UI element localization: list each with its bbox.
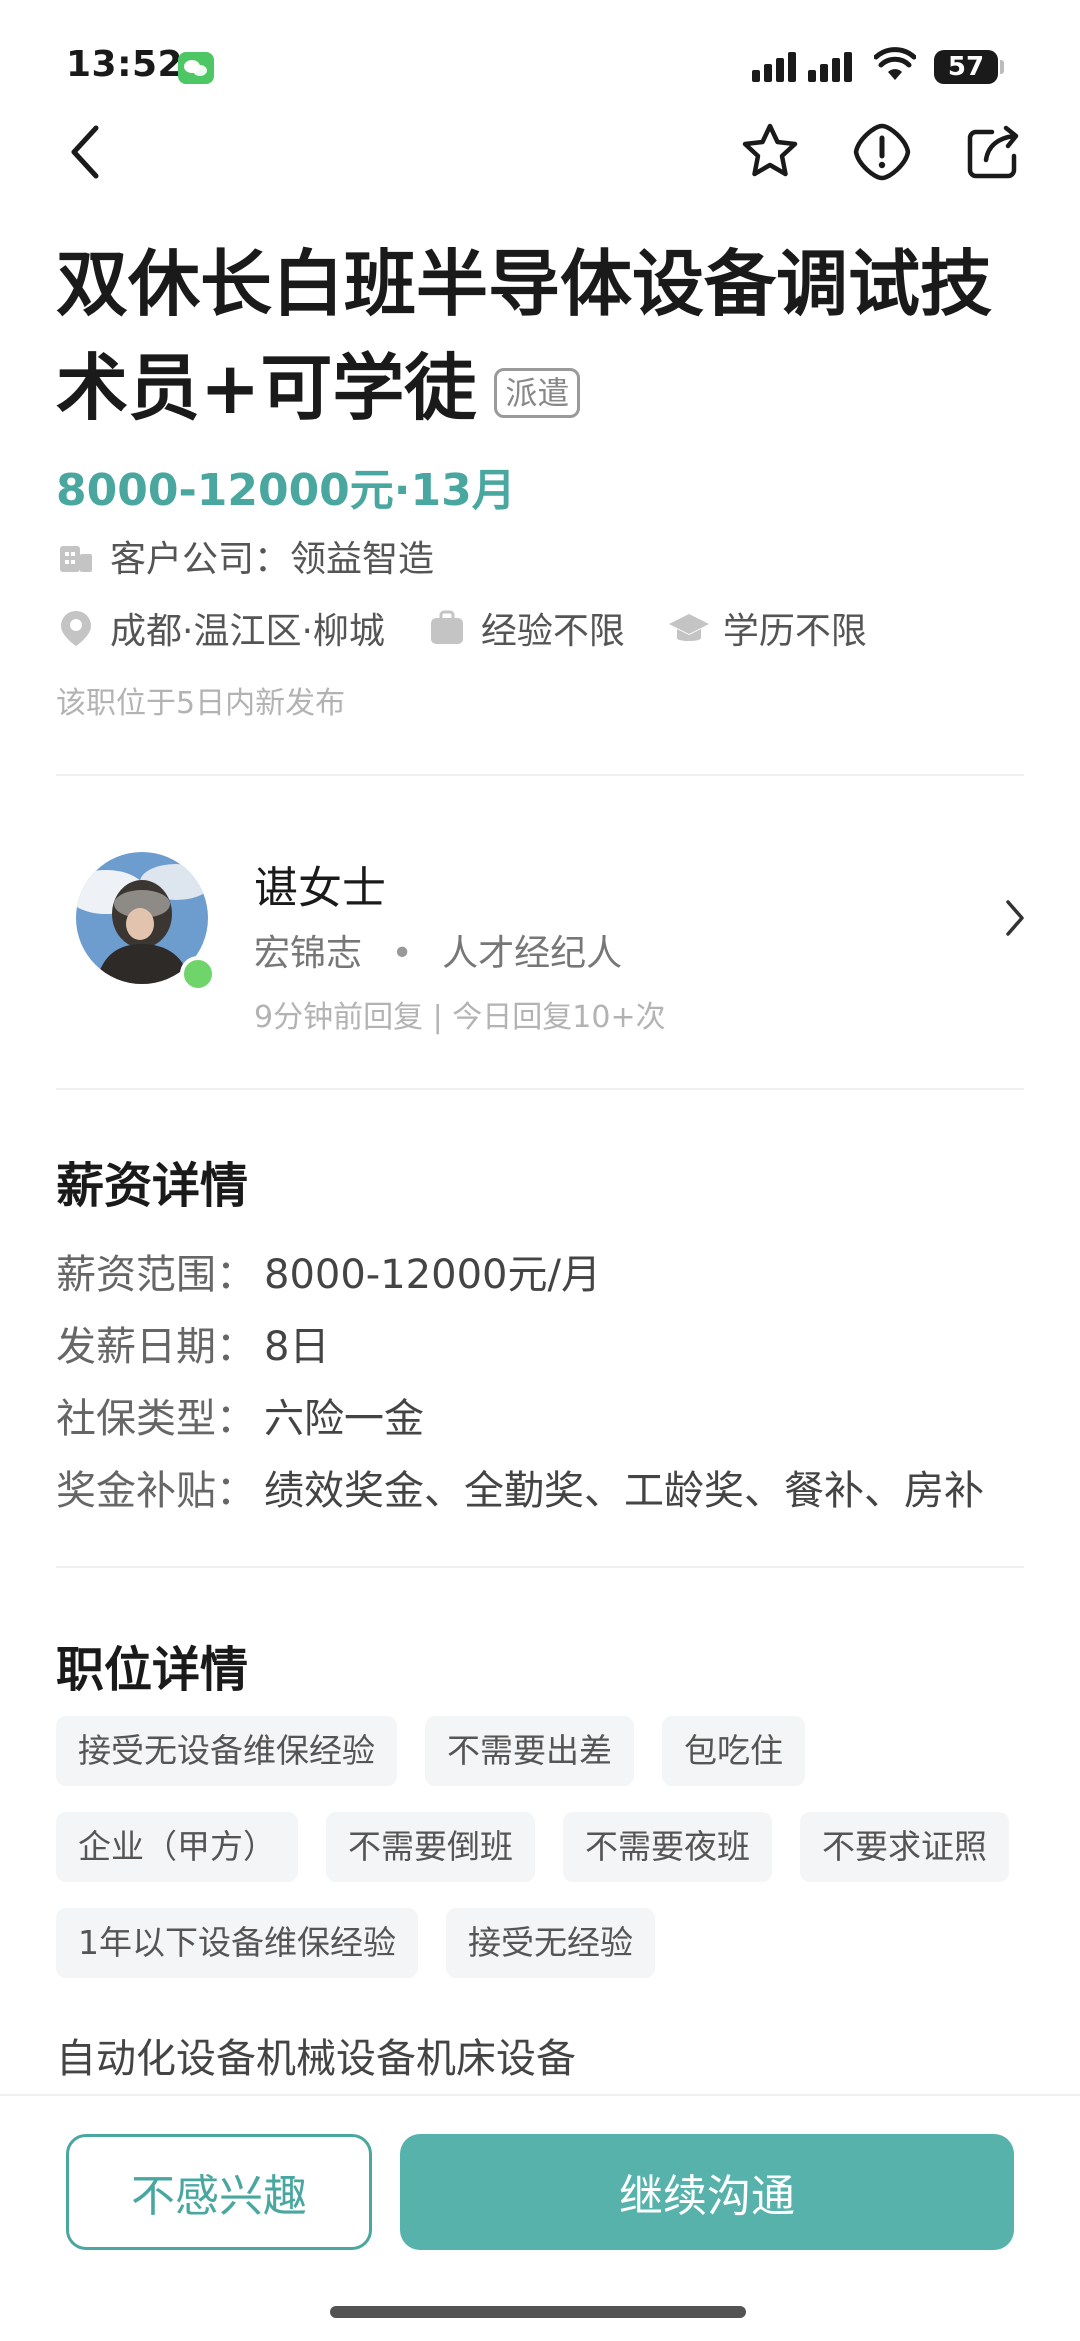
chevron-right-icon[interactable] xyxy=(1002,898,1030,938)
insurance-label: 社保类型： xyxy=(56,1396,256,1442)
location-text: 成都·温江区·柳城 xyxy=(110,611,385,652)
recruiter-company: 宏锦志 xyxy=(254,933,363,974)
battery-indicator: 57 xyxy=(934,50,998,84)
home-indicator[interactable] xyxy=(330,2306,746,2318)
warning-icon[interactable] xyxy=(850,120,914,184)
posted-notice: 该职位于5日内新发布 xyxy=(56,686,346,721)
signal-icon xyxy=(752,52,852,82)
continue-chat-button[interactable]: 继续沟通 xyxy=(400,2134,1014,2250)
job-detail-title: 职位详情 xyxy=(56,1642,249,1698)
job-tag: 不需要出差 xyxy=(425,1716,634,1786)
bonus-label: 奖金补贴： xyxy=(56,1468,256,1514)
battery-tip xyxy=(1000,60,1004,74)
payday-value: 8日 xyxy=(264,1324,330,1370)
separator-dot: • xyxy=(391,933,413,974)
job-tag: 包吃住 xyxy=(662,1716,805,1786)
recruiter-reply-stats: 9分钟前回复 | 今日回复10+次 xyxy=(254,1000,666,1035)
status-time: 13:52 xyxy=(66,44,184,85)
back-icon[interactable] xyxy=(56,120,120,184)
salary-detail-title: 薪资详情 xyxy=(56,1158,249,1214)
wifi-icon xyxy=(874,47,916,80)
salary-range-value: 8000-12000元/月 xyxy=(264,1252,601,1298)
online-status-dot xyxy=(180,956,216,992)
payday-row: 发薪日期： 8日 xyxy=(56,1314,329,1372)
job-tag: 1年以下设备维保经验 xyxy=(56,1908,418,1978)
dispatch-tag: 派遣 xyxy=(494,368,581,419)
requirements-row: 成都·温江区·柳城 经验不限 学历不限 xyxy=(56,602,867,654)
share-icon[interactable] xyxy=(962,120,1026,184)
not-interested-button[interactable]: 不感兴趣 xyxy=(66,2134,372,2250)
job-tag: 企业（甲方） xyxy=(56,1812,298,1882)
bonus-value: 绩效奖金、全勤奖、工龄奖、餐补、房补 xyxy=(264,1468,984,1514)
salary-range-label: 薪资范围： xyxy=(56,1252,256,1298)
building-icon xyxy=(60,546,92,572)
industry-text: 自动化设备机械设备机床设备 xyxy=(56,2036,576,2082)
recruiter-name[interactable]: 谌女士 xyxy=(254,852,386,916)
bonus-row: 奖金补贴： 绩效奖金、全勤奖、工龄奖、餐补、房补 xyxy=(56,1458,984,1516)
divider xyxy=(56,1088,1024,1090)
company-text: 客户公司：领益智造 xyxy=(110,539,435,580)
company-row: 客户公司：领益智造 xyxy=(56,530,434,582)
payday-label: 发薪日期： xyxy=(56,1324,256,1370)
star-icon[interactable] xyxy=(738,120,802,184)
divider xyxy=(56,774,1024,776)
salary-range-row: 薪资范围： 8000-12000元/月 xyxy=(56,1242,601,1300)
graduation-cap-icon xyxy=(668,614,709,641)
job-tags: 接受无设备维保经验 不需要出差 包吃住 企业（甲方） 不需要倒班 不需要夜班 不… xyxy=(56,1716,1036,1978)
wechat-notification-icon xyxy=(178,52,214,84)
experience-text: 经验不限 xyxy=(480,611,625,652)
education-text: 学历不限 xyxy=(722,611,867,652)
recruiter-company-role: 宏锦志 • 人才经纪人 xyxy=(254,924,622,976)
job-salary: 8000-12000元·13月 xyxy=(56,465,516,516)
insurance-row: 社保类型： 六险一金 xyxy=(56,1386,424,1444)
job-tag: 不要求证照 xyxy=(800,1812,1009,1882)
job-tag: 接受无设备维保经验 xyxy=(56,1716,397,1786)
job-tag: 接受无经验 xyxy=(446,1908,655,1978)
job-title: 双休长白班半导体设备调试技术员+可学徒 派遣 xyxy=(56,232,1016,440)
job-tag: 不需要夜班 xyxy=(563,1812,772,1882)
job-tag: 不需要倒班 xyxy=(326,1812,535,1882)
location-icon xyxy=(61,611,91,646)
recruiter-role: 人才经纪人 xyxy=(442,933,623,974)
briefcase-icon xyxy=(430,610,463,644)
insurance-value: 六险一金 xyxy=(264,1396,424,1442)
divider xyxy=(56,1566,1024,1568)
